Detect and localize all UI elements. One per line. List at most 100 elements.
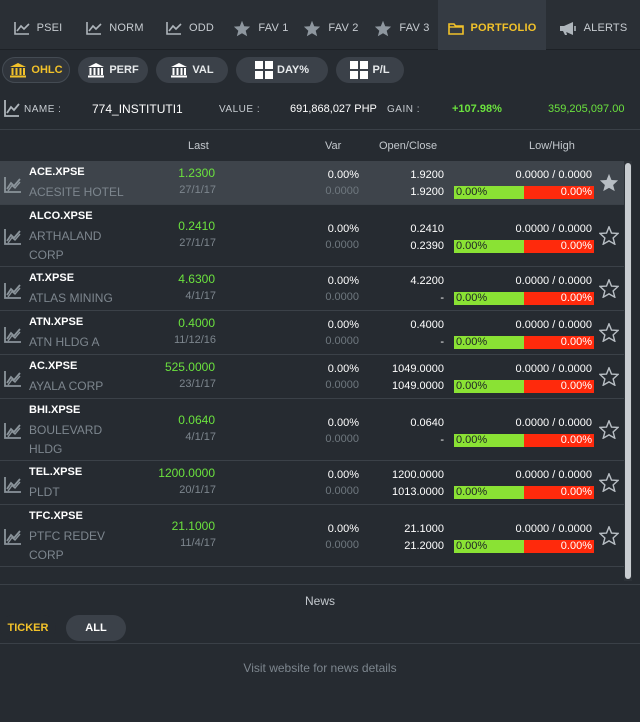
tab-fav2[interactable]: FAV 2 — [296, 0, 366, 50]
bank-icon — [10, 63, 27, 78]
row-var-pct: 0.00% — [327, 223, 359, 235]
range-bar-high: 0.00% — [524, 380, 594, 393]
table-row[interactable]: BHI.XPSE BOULEVARD HLDG 0.0640 4/1/17 0.00% 0.… — [0, 399, 624, 461]
tab-psei[interactable]: PSEI — [0, 0, 76, 50]
portfolio-chart-icon — [4, 100, 20, 117]
row-company-name-line: CORP — [29, 548, 64, 562]
row-range-bar: 0.00% 0.00% — [454, 434, 594, 447]
favorite-star-icon[interactable] — [598, 471, 620, 497]
star-icon — [234, 20, 251, 36]
pl-button[interactable]: P/L — [336, 57, 404, 83]
range-bar-low: 0.00% — [454, 434, 524, 447]
favorite-star-icon[interactable] — [598, 224, 620, 250]
row-chart-icon[interactable] — [4, 369, 22, 392]
row-chart-icon[interactable] — [4, 281, 22, 304]
table-row[interactable]: TFC.XPSE PTFC REDEV CORP 21.1000 11/4/17 0.00… — [0, 505, 624, 567]
view-mode-toolbar: OHLC PERF VAL DAY% P/L — [0, 50, 640, 90]
row-company-name: AYALA CORP — [29, 377, 139, 396]
row-company-name: PLDT — [29, 483, 139, 502]
favorite-star-icon[interactable] — [598, 418, 620, 444]
row-close: 1.9200 — [410, 186, 444, 198]
day-pct-button[interactable]: DAY% — [236, 57, 328, 83]
table-row[interactable]: AT.XPSE ATLAS MINING 4.6300 4/1/17 0.00% 0.00… — [0, 267, 624, 311]
account-summary: NAME : 774_INSTITUTI1 VALUE : 691,868,02… — [0, 90, 640, 130]
row-close: 0.2390 — [410, 240, 444, 252]
row-close: - — [440, 434, 444, 446]
tab-label: ALERTS — [583, 22, 628, 34]
line-chart-icon — [166, 22, 182, 35]
range-bar-high: 0.00% — [524, 486, 594, 499]
table-header: Last Var Open/Close Low/High — [0, 131, 640, 161]
tab-label: PORTFOLIO — [470, 22, 537, 34]
news-tab-ticker[interactable]: TICKER — [0, 615, 56, 641]
row-last-price: 0.2410 — [178, 219, 215, 233]
favorite-star-icon[interactable] — [598, 277, 620, 303]
col-open-close[interactable]: Open/Close — [379, 140, 437, 152]
table-row[interactable]: TEL.XPSE PLDT 1200.0000 20/1/17 0.00% 0.0000 1… — [0, 461, 624, 505]
tab-fav3[interactable]: FAV 3 — [366, 0, 438, 50]
row-last-price: 525.0000 — [164, 360, 215, 374]
range-bar-high: 0.00% — [524, 240, 594, 253]
row-symbol: TFC.XPSE — [29, 510, 83, 522]
table-row[interactable]: AC.XPSE AYALA CORP 525.0000 23/1/17 0.00% 0.0… — [0, 355, 624, 399]
gain-label: GAIN : — [387, 104, 421, 115]
row-var-pct: 0.00% — [327, 169, 359, 181]
row-open: 1.9200 — [410, 169, 444, 181]
row-low-high: 0.0000 / 0.0000 — [515, 319, 592, 331]
row-last-price: 4.6300 — [178, 272, 215, 286]
perf-button[interactable]: PERF — [78, 57, 148, 83]
row-chart-icon[interactable] — [4, 421, 22, 444]
col-low-high[interactable]: Low/High — [529, 140, 575, 152]
tab-norm[interactable]: NORM — [76, 0, 154, 50]
account-name: 774_INSTITUTI1 — [92, 102, 183, 116]
range-bar-low: 0.00% — [454, 540, 524, 553]
line-chart-icon — [86, 22, 102, 35]
row-var-pct: 0.00% — [327, 523, 359, 535]
tab-portfolio[interactable]: PORTFOLIO — [438, 0, 546, 50]
tab-label: ODD — [188, 22, 215, 34]
account-value: 691,868,027 PHP — [290, 103, 377, 115]
favorite-star-icon[interactable] — [599, 173, 619, 197]
name-label: NAME : — [24, 104, 62, 115]
row-range-bar: 0.00% 0.00% — [454, 486, 594, 499]
col-last[interactable]: Last — [188, 140, 209, 152]
news-tab-all[interactable]: ALL — [66, 615, 126, 641]
row-var-abs: 0.0000 — [325, 379, 359, 391]
row-company-name-line: CORP — [29, 248, 64, 262]
portfolio-table: ACE.XPSE ACESITE HOTEL 1.2300 27/1/17 0.00% 0… — [0, 161, 624, 567]
val-button[interactable]: VAL — [156, 57, 228, 83]
news-message: Visit website for news details — [0, 643, 640, 722]
row-range-bar: 0.00% 0.00% — [454, 336, 594, 349]
row-open: 0.2410 — [410, 223, 444, 235]
line-chart-icon — [13, 22, 30, 35]
row-chart-icon[interactable] — [4, 175, 22, 198]
perf-label: PERF — [109, 64, 139, 76]
tab-fav1[interactable]: FAV 1 — [226, 0, 296, 50]
row-chart-icon[interactable] — [4, 325, 22, 348]
range-bar-high: 0.00% — [524, 434, 594, 447]
row-chart-icon[interactable] — [4, 475, 22, 498]
row-symbol: ACE.XPSE — [29, 166, 85, 178]
tab-alerts[interactable]: ALERTS — [546, 0, 640, 50]
row-chart-icon[interactable] — [4, 527, 22, 550]
row-last-date: 4/1/17 — [185, 290, 216, 302]
row-symbol: AT.XPSE — [29, 272, 75, 284]
col-var[interactable]: Var — [325, 140, 341, 152]
table-row[interactable]: ATN.XPSE ATN HLDG A 0.4000 11/12/16 0.00% 0.0… — [0, 311, 624, 355]
row-chart-icon[interactable] — [4, 227, 22, 250]
row-company-name: ARTHALAND CORP — [29, 227, 139, 265]
row-low-high: 0.0000 / 0.0000 — [515, 363, 592, 375]
row-close: - — [440, 336, 444, 348]
row-low-high: 0.0000 / 0.0000 — [515, 469, 592, 481]
scrollbar-thumb[interactable] — [625, 163, 631, 579]
table-row[interactable]: ACE.XPSE ACESITE HOTEL 1.2300 27/1/17 0.00% 0… — [0, 161, 624, 205]
star-icon — [375, 20, 392, 36]
favorite-star-icon[interactable] — [598, 321, 620, 347]
table-row[interactable]: ALCO.XPSE ARTHALAND CORP 0.2410 27/1/17 0.00%… — [0, 205, 624, 267]
tab-label: PSEI — [36, 22, 63, 34]
tab-odd[interactable]: ODD — [154, 0, 226, 50]
favorite-star-icon[interactable] — [598, 524, 620, 550]
row-range-bar: 0.00% 0.00% — [454, 380, 594, 393]
favorite-star-icon[interactable] — [598, 365, 620, 391]
ohlc-button[interactable]: OHLC — [2, 57, 70, 83]
